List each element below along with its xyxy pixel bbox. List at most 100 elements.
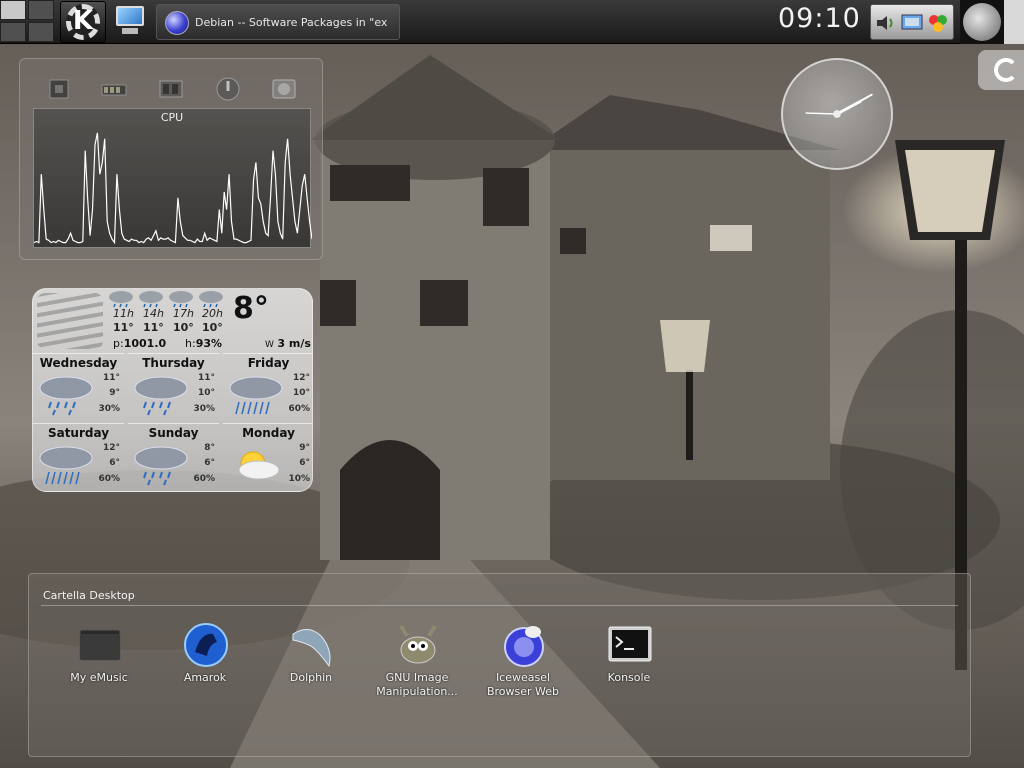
hour-temp: 10°: [173, 321, 194, 334]
forecast-day-name: Monday: [242, 426, 295, 440]
taskbar-window-button[interactable]: Debian -- Software Packages in "ex: [156, 4, 400, 40]
forecast-day-sunday: Sunday 8° 6° 60%: [128, 423, 219, 491]
rain-cloud-icon: [134, 446, 188, 486]
forecast-day-monday: Monday 9° 6° 10%: [223, 423, 312, 491]
forecast-high-temp: 11°: [197, 373, 215, 383]
terminal-icon: [608, 626, 652, 662]
forecast-day-name: Friday: [247, 356, 290, 370]
humidity-label: h:: [185, 337, 196, 350]
file-item-label: My eMusic: [70, 671, 128, 684]
forecast-day-wednesday: Wednesday 11° 9° 30%: [33, 353, 124, 421]
forecast-high-temp: 9°: [299, 443, 310, 453]
desktop-file-item[interactable]: Iceweasel Browser Web: [473, 622, 573, 706]
forecast-low-temp: 6°: [109, 458, 120, 468]
dolphin-icon: [292, 629, 331, 668]
weather-widget[interactable]: 11h 14h 17h 20h 11° 11° 10° 10° 8° p:100…: [32, 288, 313, 492]
desktop-file-item[interactable]: My eMusic: [49, 622, 149, 706]
hour-temp: 11°: [113, 321, 134, 334]
forecast-rain-chance: 60%: [288, 404, 310, 414]
forecast-day-name: Saturday: [47, 426, 110, 440]
file-item-label: GNU Image Manipulation...: [376, 671, 458, 698]
file-item-label: Iceweasel Browser Web: [486, 671, 560, 698]
desktop-4-cell[interactable]: [28, 22, 54, 42]
iceweasel-globe-icon: [504, 626, 544, 667]
forecast-rain-chance: 60%: [193, 474, 215, 484]
hour-time: 14h: [143, 307, 164, 320]
taskbar-window-title: Debian -- Software Packages in "ex: [195, 16, 388, 29]
kde-logo-icon: K: [72, 6, 94, 36]
moon-phase-widget[interactable]: [960, 0, 1004, 44]
hour-time: 11h: [113, 307, 134, 320]
digital-clock[interactable]: 09:10: [778, 3, 861, 34]
hour-rain-cloud-icon: [199, 291, 223, 308]
cpu-usage-line: [34, 132, 312, 245]
pressure-value: 1001.0: [123, 337, 167, 350]
desktop-2-cell[interactable]: [28, 0, 54, 20]
forecast-day-name: Wednesday: [39, 356, 118, 370]
cpu-chip-icon[interactable]: [45, 75, 73, 103]
folder-icon: [79, 629, 121, 661]
memory-ram-icon[interactable]: [100, 75, 128, 103]
kde-application-launcher-button[interactable]: K: [60, 1, 106, 43]
wind-direction: W: [265, 340, 274, 350]
show-desktop-icon[interactable]: [114, 4, 146, 38]
desktop-toolbox-button[interactable]: [978, 50, 1024, 90]
desktop-file-item[interactable]: GNU Image Manipulation...: [367, 622, 467, 706]
wind-readout: W 3 m/s: [265, 337, 311, 350]
forecast-day-name: Sunday: [148, 426, 199, 440]
forecast-low-temp: 10°: [292, 388, 310, 398]
forecast-low-temp: 6°: [299, 458, 310, 468]
forecast-low-temp: 9°: [109, 388, 120, 398]
forecast-rain-chance: 30%: [193, 404, 215, 414]
package-updater-icon[interactable]: [927, 13, 949, 33]
wind-speed: 3 m/s: [277, 337, 311, 350]
heavy-rain-icon: [229, 376, 283, 415]
desktop-1-cell[interactable]: [0, 0, 26, 20]
heavy-rain-icon: [39, 446, 93, 485]
mist-condition-icon: [37, 293, 103, 349]
hour-rain-cloud-icon: [109, 291, 133, 308]
cpu-usage-graph: CPU: [33, 108, 312, 248]
top-panel: K Debian -- Software Packages in "ex 09:…: [0, 0, 1024, 44]
forecast-rain-chance: 60%: [98, 474, 120, 484]
pressure-label: p:: [113, 337, 124, 350]
analog-clock-widget[interactable]: [781, 58, 893, 170]
desktop-3-cell[interactable]: [0, 22, 26, 42]
hour-rain-cloud-icon: [169, 291, 193, 308]
desktop-file-item[interactable]: Konsole: [579, 622, 679, 706]
forecast-high-temp: 12°: [292, 373, 310, 383]
hour-temp: 11°: [143, 321, 164, 334]
humidity-value: 93%: [195, 337, 223, 350]
moon-icon: [963, 3, 1001, 41]
humidity-readout: h:93%: [185, 337, 222, 350]
folder-view-divider: [41, 605, 958, 606]
desktop-file-item[interactable]: Amarok: [155, 622, 255, 706]
volume-speaker-icon[interactable]: [875, 13, 897, 33]
hour-temp: 10°: [202, 321, 223, 334]
forecast-low-temp: 10°: [197, 388, 215, 398]
network-card-icon[interactable]: [157, 75, 185, 103]
iceweasel-globe-icon: [165, 11, 189, 35]
toolbox-cashew-icon: [994, 58, 1018, 82]
display-monitor-icon[interactable]: [901, 13, 923, 33]
clock-hands: [805, 93, 873, 118]
forecast-rain-chance: 30%: [98, 404, 120, 414]
desktop-file-item[interactable]: Dolphin: [261, 622, 361, 706]
hour-time: 17h: [173, 307, 194, 320]
file-item-label: Amarok: [183, 671, 227, 684]
hard-disk-icon[interactable]: [270, 75, 298, 103]
folder-view-widget[interactable]: Cartella Desktop My eMusic Amarok Dolphi…: [28, 573, 971, 757]
file-item-label: Konsole: [607, 671, 651, 684]
virtual-desktop-pager[interactable]: [0, 0, 56, 44]
rain-cloud-icon: [39, 376, 93, 416]
forecast-day-friday: Friday 12° 10° 60%: [223, 353, 312, 421]
amarok-wolf-icon: [184, 623, 228, 667]
pressure-readout: p:1001.0: [113, 337, 166, 350]
forecast-rain-chance: 10%: [288, 474, 310, 484]
temperature-sensor-icon[interactable]: [214, 75, 242, 103]
system-monitor-widget[interactable]: CPU: [19, 58, 323, 260]
current-temperature: 8°: [233, 291, 269, 326]
file-item-label: Dolphin: [289, 671, 333, 684]
rain-cloud-icon: [134, 376, 188, 416]
forecast-low-temp: 6°: [204, 458, 215, 468]
